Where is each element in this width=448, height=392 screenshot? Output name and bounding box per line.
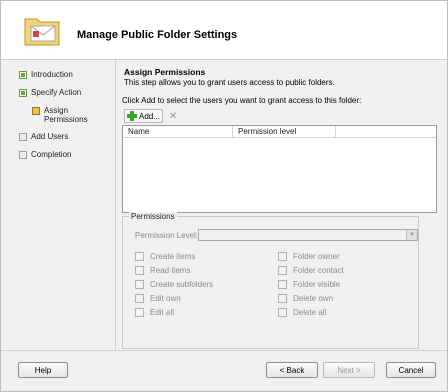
- checkbox-label: Delete own: [293, 294, 334, 303]
- user-permission-list[interactable]: Name Permission level: [122, 125, 437, 213]
- nav-step-label: Specify Action: [31, 88, 82, 97]
- checkbox-box[interactable]: [278, 280, 287, 289]
- checkbox-read-items[interactable]: Read items: [135, 266, 190, 275]
- checkbox-label: Create subfolders: [150, 280, 214, 289]
- checkbox-box[interactable]: [135, 280, 144, 289]
- nav-step-completion: Completion: [19, 150, 71, 159]
- checkbox-create-items[interactable]: Create items: [135, 252, 195, 261]
- permission-level-select[interactable]: ▼: [198, 229, 418, 241]
- nav-step-label: Completion: [31, 150, 72, 159]
- checkbox-box[interactable]: [278, 252, 287, 261]
- checkbox-folder-owner[interactable]: Folder owner: [278, 252, 340, 261]
- checkbox-create-subfolders[interactable]: Create subfolders: [135, 280, 213, 289]
- step-pending-icon: [19, 133, 27, 141]
- nav-step-introduction: Introduction: [19, 70, 73, 79]
- checkbox-box[interactable]: [135, 252, 144, 261]
- checkbox-label: Edit all: [150, 308, 175, 317]
- checkbox-folder-visible[interactable]: Folder visible: [278, 280, 340, 289]
- permissions-legend: Permissions: [129, 212, 177, 221]
- step-current-icon: [32, 107, 40, 115]
- checkbox-box[interactable]: [135, 308, 144, 317]
- nav-step-label: Introduction: [31, 70, 73, 79]
- next-button[interactable]: Next >: [323, 362, 375, 378]
- nav-step-add-users: Add Users: [19, 132, 68, 141]
- footer-divider: [1, 350, 447, 351]
- nav-divider: [115, 60, 116, 350]
- checkbox-label: Folder visible: [293, 280, 341, 289]
- step-complete-icon: [19, 89, 27, 97]
- checkbox-edit-own[interactable]: Edit own: [135, 294, 181, 303]
- step-complete-icon: [19, 71, 27, 79]
- wizard-content: Assign Permissions This step allows you …: [122, 65, 438, 350]
- add-user-button[interactable]: Add...: [124, 109, 163, 123]
- checkbox-label: Folder contact: [293, 266, 344, 275]
- folder-envelope-icon: [23, 13, 61, 47]
- checkbox-delete-own[interactable]: Delete own: [278, 294, 333, 303]
- add-button-label: Add...: [139, 111, 160, 121]
- cancel-button[interactable]: Cancel: [386, 362, 436, 378]
- permission-level-label: Permission Level:: [135, 231, 199, 240]
- nav-step-label: Assign Permissions: [44, 106, 88, 124]
- checkbox-folder-contact[interactable]: Folder contact: [278, 266, 344, 275]
- remove-user-icon[interactable]: ✕: [169, 111, 177, 122]
- step-pending-icon: [19, 151, 27, 159]
- nav-step-specify-action: Specify Action: [19, 88, 81, 97]
- wizard-step-nav: Introduction Specify Action Assign Permi…: [1, 60, 115, 350]
- checkbox-box[interactable]: [135, 294, 144, 303]
- checkbox-label: Read items: [150, 266, 191, 275]
- permissions-group: Permissions Permission Level: ▼ Create i…: [122, 212, 419, 349]
- checkbox-label: Folder owner: [293, 252, 340, 261]
- checkbox-box[interactable]: [278, 266, 287, 275]
- checkbox-label: Delete all: [293, 308, 327, 317]
- checkbox-label: Edit own: [150, 294, 181, 303]
- help-button[interactable]: Help: [18, 362, 68, 378]
- checkbox-box[interactable]: [135, 266, 144, 275]
- list-header: Name Permission level: [123, 126, 436, 138]
- checkbox-label: Create items: [150, 252, 196, 261]
- column-header-permission-level[interactable]: Permission level: [233, 126, 336, 137]
- section-title: Assign Permissions: [124, 67, 206, 77]
- checkbox-edit-all[interactable]: Edit all: [135, 308, 174, 317]
- wizard-header: Manage Public Folder Settings: [1, 1, 447, 60]
- wizard-title: Manage Public Folder Settings: [77, 29, 238, 41]
- back-button[interactable]: < Back: [266, 362, 318, 378]
- section-description: This step allows you to grant users acce…: [124, 78, 335, 87]
- checkbox-box[interactable]: [278, 308, 287, 317]
- checkbox-box[interactable]: [278, 294, 287, 303]
- instruction-text: Click Add to select the users you want t…: [122, 96, 362, 105]
- plus-icon: [127, 111, 137, 121]
- nav-step-label: Add Users: [31, 132, 69, 141]
- chevron-down-icon: ▼: [406, 230, 417, 240]
- user-toolbar: Add... ✕: [124, 109, 184, 123]
- nav-step-assign-permissions: Assign Permissions: [32, 106, 104, 124]
- column-header-name[interactable]: Name: [123, 126, 233, 137]
- checkbox-delete-all[interactable]: Delete all: [278, 308, 326, 317]
- wizard-window: Manage Public Folder Settings Introducti…: [0, 0, 448, 392]
